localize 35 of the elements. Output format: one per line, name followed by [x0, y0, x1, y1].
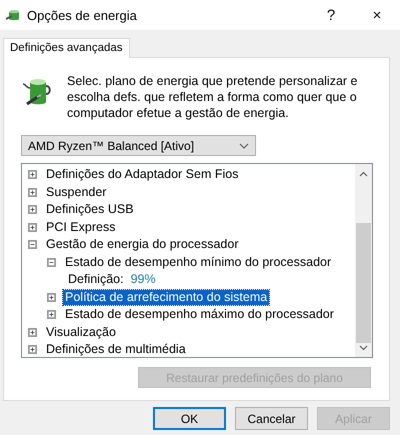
expand-icon[interactable]: [28, 188, 37, 197]
tree-item[interactable]: Visualização: [44, 324, 118, 340]
close-button[interactable]: ×: [354, 6, 400, 24]
chevron-down-icon: [239, 142, 249, 148]
setting-label: Definição:: [67, 272, 125, 288]
ok-button[interactable]: OK: [153, 407, 226, 430]
tree-item[interactable]: Estado de desempenho mínimo do processador: [63, 254, 334, 270]
tree-item[interactable]: Suspender: [44, 184, 108, 200]
plan-dropdown[interactable]: AMD Ryzen™ Balanced [Ativo]: [21, 135, 256, 156]
tree-item[interactable]: Política de arrefecimento do sistema: [63, 290, 270, 305]
expand-icon[interactable]: [28, 205, 37, 214]
expand-icon[interactable]: [47, 310, 56, 320]
battery-plug-icon: [5, 7, 21, 23]
tab[interactable]: Definições avançadas: [3, 38, 130, 58]
description-text: Selec. plano de energia que pretende personalizar e escolha defs. que refletem a forma como quer que o computador efetue a gestão de energia.: [67, 73, 358, 121]
tree-item[interactable]: PCI Express: [44, 220, 118, 235]
collapse-icon[interactable]: [28, 240, 37, 250]
setting-value[interactable]: 99%: [130, 272, 156, 288]
tree-item[interactable]: Definições USB: [44, 202, 136, 218]
expand-icon[interactable]: [28, 170, 37, 180]
collapse-icon[interactable]: [47, 258, 56, 267]
window-title: Opções de energia: [27, 8, 138, 22]
cancel-button[interactable]: Cancelar: [235, 407, 308, 430]
expand-icon[interactable]: [28, 328, 37, 337]
tree-item[interactable]: Definições do Adaptador Sem Fios: [44, 167, 240, 182]
expand-icon[interactable]: [28, 345, 37, 354]
scroll-down-icon[interactable]: [359, 345, 368, 351]
scrollbar[interactable]: [355, 164, 372, 357]
tree-item[interactable]: Estado de desempenho máximo do processador: [63, 307, 336, 322]
expand-icon[interactable]: [28, 222, 37, 232]
tree-item[interactable]: Definições de multimédia: [44, 342, 188, 357]
help-button[interactable]: ?: [308, 6, 354, 24]
expand-icon[interactable]: [47, 292, 56, 302]
tree-item[interactable]: Gestão de energia do processador: [44, 237, 240, 252]
scroll-up-icon[interactable]: [359, 171, 368, 177]
